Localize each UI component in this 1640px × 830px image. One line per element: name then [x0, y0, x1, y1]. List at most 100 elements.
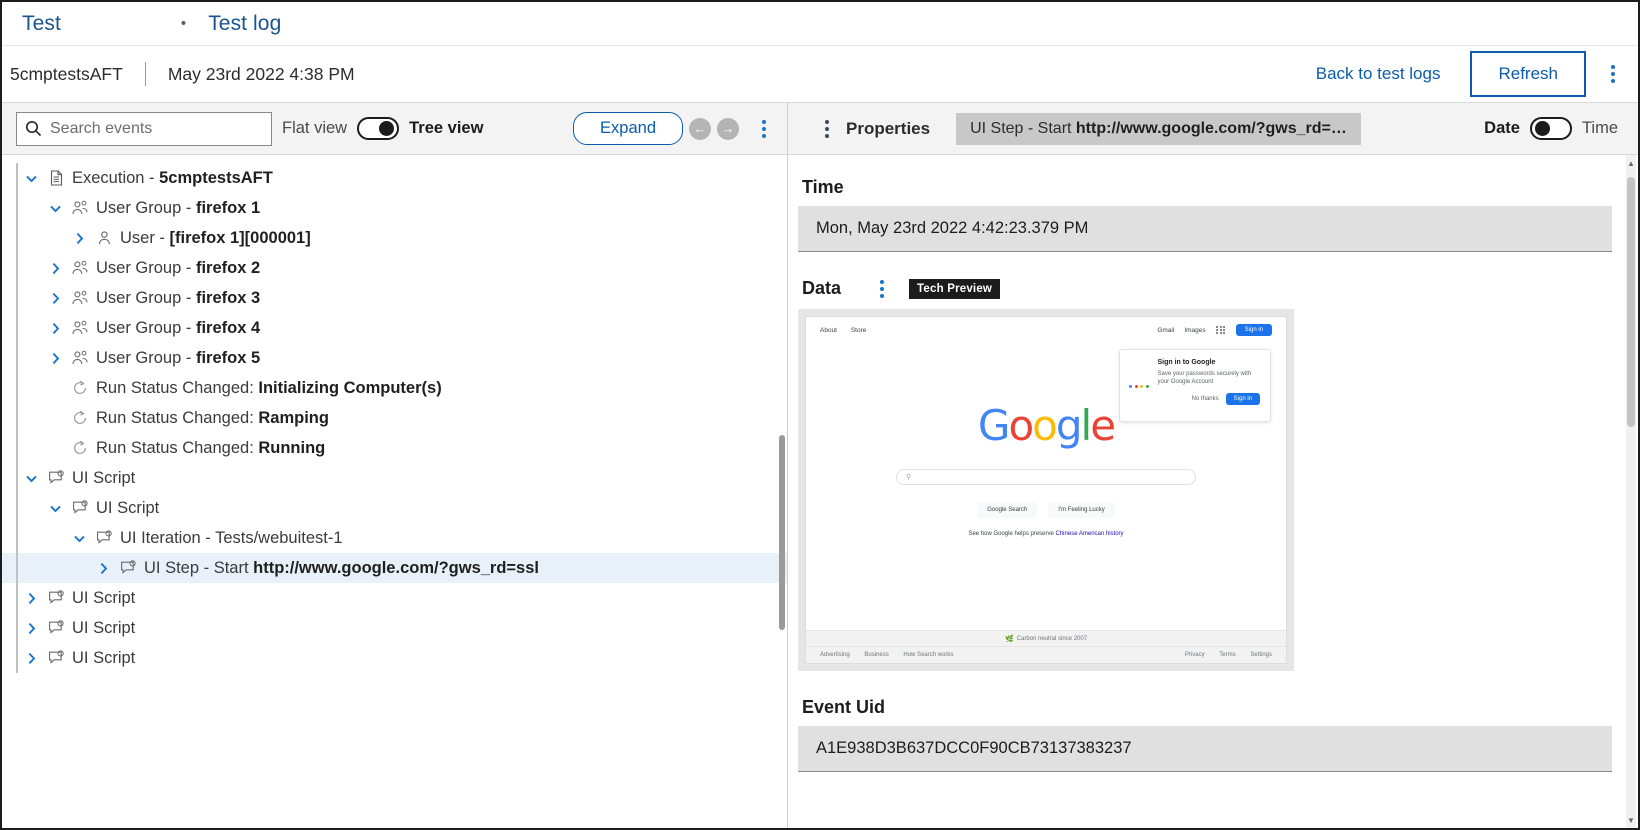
scroll-down-icon[interactable]: ▼ [1626, 814, 1636, 826]
search-icon [25, 120, 42, 137]
google-popup-text: Save your passwords securely with your G… [1157, 371, 1252, 386]
event-tree-container: Execution - 5cmptestsAFT User Group - fir… [2, 155, 787, 828]
tree-node[interactable]: UI Script [2, 643, 787, 673]
tree-node-selected[interactable]: UI Step - Start http://www.google.com/?g… [2, 553, 787, 583]
search-input[interactable] [50, 119, 263, 138]
selected-event-prefix: UI Step - Start [970, 119, 1076, 137]
chevron-down-icon[interactable] [42, 501, 68, 516]
flat-tree-view-toggle[interactable] [357, 117, 400, 140]
chevron-right-icon[interactable] [42, 291, 68, 306]
google-footer-terms: Terms [1219, 652, 1236, 658]
tree-guide-line [16, 313, 18, 343]
tree-node-label: User Group - firefox 4 [96, 318, 261, 337]
google-apps-grid-icon [1216, 325, 1226, 335]
tree-scrollbar[interactable] [779, 435, 785, 630]
search-events-box[interactable] [16, 111, 272, 146]
tree-node[interactable]: User Group - firefox 4 [2, 313, 787, 343]
google-logo: Google [977, 401, 1116, 450]
arrow-right-icon[interactable]: → [717, 117, 739, 140]
tree-node[interactable]: User Group - firefox 2 [2, 253, 787, 283]
breadcrumb-item-test-log[interactable]: Test log [208, 12, 281, 36]
tree-node[interactable]: User Group - firefox 1 [2, 193, 787, 223]
script-icon [92, 530, 116, 546]
breadcrumb-separator: • [180, 15, 187, 32]
flat-view-label[interactable]: Flat view [282, 119, 347, 138]
divider [144, 62, 146, 86]
events-kebab-menu-icon[interactable] [753, 119, 775, 138]
tree-node[interactable]: Execution - 5cmptestsAFT [2, 163, 787, 193]
chevron-down-icon[interactable] [18, 171, 44, 186]
script-icon [44, 470, 68, 486]
chevron-right-icon[interactable] [18, 651, 44, 666]
tree-node-label: Execution - 5cmptestsAFT [72, 168, 273, 187]
status-icon [68, 410, 92, 426]
date-label[interactable]: Date [1484, 119, 1520, 138]
google-top-bar: About Store Gmail Images Sign in [806, 317, 1286, 343]
tree-node-label: UI Script [72, 468, 136, 487]
google-promo-text: See how Google helps preserve Chinese Am… [968, 531, 1123, 537]
chevron-right-icon[interactable] [42, 261, 68, 276]
chevron-right-icon[interactable] [90, 561, 116, 576]
tree-node-label: User Group - firefox 5 [96, 348, 261, 367]
properties-kebab-menu-icon[interactable] [816, 119, 838, 138]
tree-node[interactable]: Run Status Changed: Ramping [2, 403, 787, 433]
tree-node[interactable]: User Group - firefox 3 [2, 283, 787, 313]
scroll-up-icon[interactable]: ▲ [1626, 157, 1636, 169]
script-icon [44, 620, 68, 636]
tree-node-label: UI Step - Start http://www.google.com/?g… [144, 558, 539, 577]
google-popup-body: Sign in to Google Save your passwords se… [1157, 359, 1260, 413]
chevron-down-icon[interactable] [42, 201, 68, 216]
google-signin-popup: Sign in to Google Save your passwords se… [1119, 349, 1271, 422]
tree-node-label: User Group - firefox 3 [96, 288, 261, 307]
tree-node[interactable]: UI Script [2, 493, 787, 523]
header-kebab-menu-icon[interactable] [1602, 65, 1624, 83]
tree-node-label: Run Status Changed: Running [96, 438, 326, 457]
tree-node[interactable]: UI Iteration - Tests/webuitest-1 [2, 523, 787, 553]
selected-event-url: http://www.google.com/?gws_rd=… [1075, 119, 1347, 137]
properties-scrollbar[interactable]: ▲ ▼ [1626, 155, 1636, 828]
tree-guide-line [16, 433, 18, 463]
chevron-right-icon[interactable] [42, 351, 68, 366]
chevron-down-icon[interactable] [18, 471, 44, 486]
time-field-value: Mon, May 23rd 2022 4:42:23.379 PM [798, 206, 1612, 252]
user-group-icon [68, 350, 92, 366]
google-footer-right: Privacy Terms Settings [1172, 652, 1272, 658]
chevron-right-icon[interactable] [42, 321, 68, 336]
chevron-down-icon[interactable] [66, 531, 92, 546]
tree-node[interactable]: User Group - firefox 5 [2, 343, 787, 373]
tree-node[interactable]: UI Script [2, 463, 787, 493]
back-to-test-logs-link[interactable]: Back to test logs [1308, 58, 1449, 90]
breadcrumb-item-test[interactable]: Test [22, 12, 61, 36]
date-time-toggle[interactable] [1529, 117, 1572, 140]
tree-node[interactable]: User - [firefox 1][000001] [2, 223, 787, 253]
tree-view-label[interactable]: Tree view [409, 119, 483, 138]
breadcrumb: Test • Test log [2, 2, 1638, 46]
expand-button[interactable]: Expand [573, 112, 683, 145]
script-icon [44, 590, 68, 606]
chevron-right-icon[interactable] [18, 591, 44, 606]
test-log-window: Test • Test log 5cmptestsAFT May 23rd 20… [0, 0, 1640, 830]
scrollbar-thumb[interactable] [1627, 177, 1635, 427]
google-popup-actions: No thanks Sign in [1158, 393, 1260, 406]
google-footer-advertising: Advertising [820, 652, 850, 658]
tree-node-label: UI Script [72, 618, 136, 637]
tree-node[interactable]: UI Script [2, 613, 787, 643]
data-kebab-menu-icon[interactable] [871, 279, 893, 298]
tree-node[interactable]: UI Script [2, 583, 787, 613]
refresh-button[interactable]: Refresh [1470, 51, 1586, 97]
chevron-right-icon[interactable] [18, 621, 44, 636]
chevron-right-icon[interactable] [66, 231, 92, 246]
arrow-left-icon[interactable]: ← [689, 117, 711, 140]
user-icon [92, 230, 116, 246]
tree-node[interactable]: Run Status Changed: Initializing Compute… [2, 373, 787, 403]
properties-title: Properties [846, 118, 931, 138]
time-label[interactable]: Time [1582, 119, 1618, 138]
run-date: May 23rd 2022 4:38 PM [167, 63, 355, 84]
status-icon [68, 440, 92, 456]
google-search-button: Google Search [977, 502, 1038, 518]
run-name: 5cmptestsAFT [10, 63, 123, 84]
properties-pane: Properties UI Step - Start http://www.go… [788, 103, 1638, 828]
tree-node[interactable]: Run Status Changed: Running [2, 433, 787, 463]
properties-body: Time Mon, May 23rd 2022 4:42:23.379 PM D… [788, 155, 1638, 828]
tree-node-label: User Group - firefox 2 [96, 258, 261, 277]
